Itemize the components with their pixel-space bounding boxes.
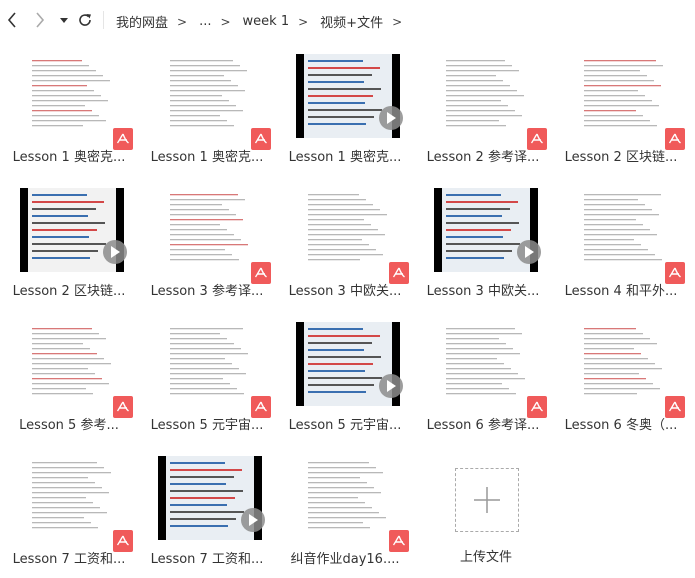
thumbnail-preview bbox=[584, 194, 662, 261]
play-icon bbox=[517, 240, 541, 264]
video-thumbnail bbox=[434, 188, 541, 272]
pdf-file-tile[interactable]: Lesson 1 奥密克... bbox=[0, 42, 138, 176]
pdf-file-tile[interactable]: Lesson 3 参考译... bbox=[138, 176, 276, 310]
video-file-tile[interactable]: Lesson 5 元宇宙... bbox=[276, 310, 414, 444]
document-thumbnail bbox=[296, 456, 409, 552]
pdf-file-tile[interactable]: Lesson 2 区块链... bbox=[552, 42, 690, 176]
thumbnail-preview bbox=[446, 328, 525, 395]
play-icon bbox=[379, 106, 403, 130]
file-name-label: Lesson 6 冬奥（... bbox=[564, 418, 678, 433]
file-name-label: Lesson 1 奥密克... bbox=[12, 150, 126, 165]
video-file-tile[interactable]: Lesson 3 中欧关... bbox=[414, 176, 552, 310]
file-name-label: Lesson 3 参考译... bbox=[150, 284, 264, 299]
file-name-label: Lesson 6 参考译... bbox=[426, 418, 540, 433]
document-thumbnail bbox=[572, 54, 685, 150]
video-file-tile[interactable]: Lesson 1 奥密克... bbox=[276, 42, 414, 176]
file-name-label: Lesson 5 参考... bbox=[19, 418, 119, 433]
thumbnail-preview bbox=[170, 60, 247, 127]
video-thumbnail bbox=[20, 188, 127, 272]
file-name-label: Lesson 2 区块链... bbox=[12, 284, 126, 299]
play-icon bbox=[103, 240, 127, 264]
plus-icon bbox=[474, 487, 500, 513]
file-name-label: Lesson 1 奥密克... bbox=[288, 150, 402, 165]
file-name-label: Lesson 4 和平外... bbox=[564, 284, 678, 299]
document-thumbnail bbox=[158, 322, 271, 418]
document-thumbnail bbox=[572, 322, 685, 418]
pdf-file-tile[interactable]: Lesson 4 和平外... bbox=[552, 176, 690, 310]
pdf-file-tile[interactable]: Lesson 6 参考译... bbox=[414, 310, 552, 444]
thumbnail-preview bbox=[170, 194, 248, 261]
video-file-tile[interactable]: Lesson 7 工资和... bbox=[138, 444, 276, 578]
document-thumbnail bbox=[572, 188, 685, 284]
thumbnail-preview bbox=[308, 194, 387, 261]
pdf-file-tile[interactable]: Lesson 5 元宇宙... bbox=[138, 310, 276, 444]
file-name-label: Lesson 2 参考译... bbox=[426, 150, 540, 165]
file-name-label: Lesson 7 工资和... bbox=[12, 552, 126, 567]
file-grid: Lesson 1 奥密克... Lesson 1 奥密克... Lesson 1 奥… bbox=[0, 0, 695, 575]
thumbnail-preview bbox=[170, 328, 248, 395]
upload-button[interactable] bbox=[455, 468, 519, 532]
pdf-file-tile[interactable]: Lesson 5 参考... bbox=[0, 310, 138, 444]
file-name-label: Lesson 2 区块链... bbox=[564, 150, 678, 165]
play-icon bbox=[379, 374, 403, 398]
video-file-tile[interactable]: Lesson 2 区块链... bbox=[0, 176, 138, 310]
file-name-label: Lesson 1 奥密克... bbox=[150, 150, 264, 165]
thumbnail-preview bbox=[584, 328, 662, 395]
file-name-label: Lesson 3 中欧关... bbox=[288, 284, 402, 299]
thumbnail-preview bbox=[308, 462, 386, 529]
pdf-file-tile[interactable]: 纠音作业day16.... bbox=[276, 444, 414, 578]
pdf-file-tile[interactable]: Lesson 3 中欧关... bbox=[276, 176, 414, 310]
file-name-label: Lesson 7 工资和... bbox=[150, 552, 264, 567]
document-thumbnail bbox=[20, 322, 133, 418]
pdf-file-tile[interactable]: Lesson 7 工资和... bbox=[0, 444, 138, 578]
file-name-label: Lesson 3 中欧关... bbox=[426, 284, 540, 299]
document-thumbnail bbox=[434, 54, 547, 150]
video-thumbnail bbox=[296, 54, 403, 138]
document-thumbnail bbox=[20, 456, 133, 552]
thumbnail-preview bbox=[584, 60, 663, 127]
file-name-label: Lesson 5 元宇宙... bbox=[150, 418, 264, 433]
pdf-file-tile[interactable]: Lesson 1 奥密克... bbox=[138, 42, 276, 176]
thumbnail-preview bbox=[32, 328, 111, 395]
thumbnail-preview bbox=[32, 60, 110, 127]
thumbnail-preview bbox=[32, 462, 111, 529]
file-name-label: 纠音作业day16.... bbox=[290, 552, 400, 567]
document-thumbnail bbox=[158, 54, 271, 150]
document-thumbnail bbox=[158, 188, 271, 284]
pdf-file-tile[interactable]: Lesson 2 参考译... bbox=[414, 42, 552, 176]
document-thumbnail bbox=[434, 322, 547, 418]
video-thumbnail bbox=[296, 322, 403, 406]
video-thumbnail bbox=[158, 456, 265, 540]
thumbnail-preview bbox=[446, 60, 524, 127]
document-thumbnail bbox=[296, 188, 409, 284]
upload-label: 上传文件 bbox=[459, 550, 512, 565]
pdf-file-tile[interactable]: Lesson 6 冬奥（... bbox=[552, 310, 690, 444]
file-name-label: Lesson 5 元宇宙... bbox=[288, 418, 402, 433]
play-icon bbox=[241, 508, 265, 532]
document-thumbnail bbox=[20, 54, 133, 150]
